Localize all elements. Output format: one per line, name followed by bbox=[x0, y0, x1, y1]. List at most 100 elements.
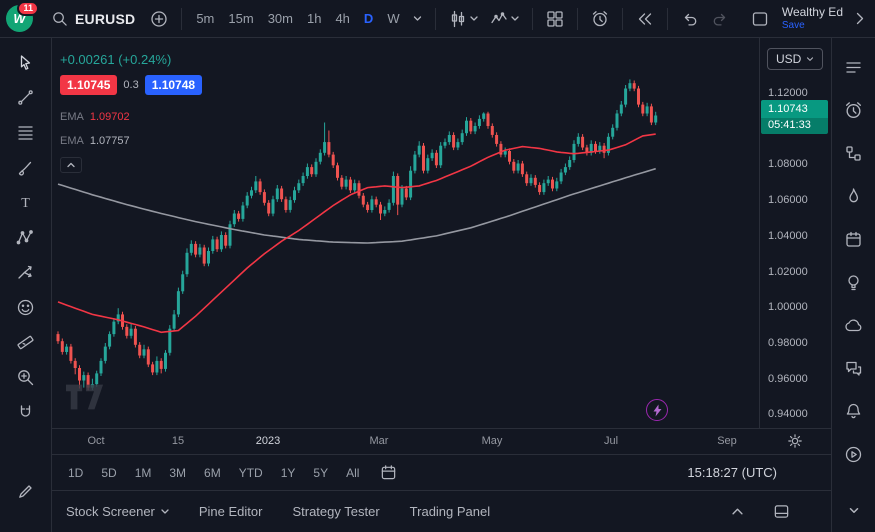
go-to-date-button[interactable] bbox=[375, 459, 402, 486]
indicators-icon bbox=[490, 10, 508, 28]
ideas-button[interactable] bbox=[837, 267, 871, 297]
session-clock[interactable]: 15:18:27 (UTC) bbox=[687, 465, 777, 480]
top-toolbar: W 11 EURUSD 5m 15m 30m 1h 4h D W bbox=[0, 0, 875, 38]
streams-button[interactable] bbox=[837, 440, 871, 470]
range-ytd[interactable]: YTD bbox=[237, 463, 265, 483]
interval-15m[interactable]: 15m bbox=[222, 7, 259, 30]
last-price-badge: 1.10743 05:41:33 bbox=[761, 100, 828, 134]
grid-layout-icon bbox=[546, 10, 564, 28]
expand-panel-button[interactable] bbox=[851, 7, 869, 30]
symbol-search-button[interactable]: EURUSD bbox=[43, 6, 143, 31]
watchlist-button[interactable] bbox=[837, 52, 871, 82]
chart-plot[interactable]: +0.00261 (+0.24%) 1.10745 0.3 1.10748 EM… bbox=[52, 38, 759, 428]
ema-slow-row[interactable]: EMA 1.07757 bbox=[60, 129, 202, 153]
interval-menu-button[interactable] bbox=[408, 11, 427, 27]
account-logo[interactable]: W 11 bbox=[6, 5, 33, 32]
notifications-button[interactable] bbox=[837, 397, 871, 427]
indicators-button[interactable] bbox=[485, 5, 524, 33]
time-axis[interactable]: Oct152023MarMayJulSep bbox=[52, 428, 831, 454]
bar-countdown: 05:41:33 bbox=[761, 118, 828, 134]
restore-panel-button[interactable] bbox=[768, 498, 795, 525]
fib-retracement-tool[interactable] bbox=[7, 116, 45, 149]
tab-trading-panel[interactable]: Trading Panel bbox=[410, 504, 490, 519]
legend-collapse-button[interactable] bbox=[60, 157, 82, 173]
forecast-icon bbox=[16, 263, 35, 282]
range-6m[interactable]: 6M bbox=[202, 463, 223, 483]
collapse-rail-button[interactable] bbox=[837, 496, 871, 526]
alerts-button[interactable] bbox=[837, 95, 871, 125]
tab-pine-editor[interactable]: Pine Editor bbox=[199, 504, 263, 519]
range-1d[interactable]: 1D bbox=[66, 463, 85, 483]
time-axis-label: Jul bbox=[604, 435, 618, 447]
measure-tool[interactable] bbox=[7, 326, 45, 359]
undo-arrow-icon bbox=[681, 10, 699, 28]
tab-strategy-tester[interactable]: Strategy Tester bbox=[292, 504, 379, 519]
hotlists-button[interactable] bbox=[837, 181, 871, 211]
edit-mode-tool[interactable] bbox=[7, 473, 45, 506]
chats-button[interactable] bbox=[837, 311, 871, 341]
brush-tool[interactable] bbox=[7, 151, 45, 184]
range-3m[interactable]: 3M bbox=[167, 463, 188, 483]
range-1y[interactable]: 1Y bbox=[279, 463, 298, 483]
zoom-in-tool[interactable] bbox=[7, 361, 45, 394]
interval-1h[interactable]: 1h bbox=[301, 7, 327, 30]
range-1m[interactable]: 1M bbox=[133, 463, 154, 483]
interval-1d-active[interactable]: D bbox=[358, 7, 379, 30]
toolbar-separator bbox=[435, 8, 436, 30]
ema-slow-value: 1.07757 bbox=[90, 135, 130, 147]
compare-add-symbol-button[interactable] bbox=[145, 5, 173, 33]
time-axis-label: Oct bbox=[87, 435, 104, 447]
interval-5m[interactable]: 5m bbox=[190, 7, 220, 30]
save-layout-button[interactable] bbox=[746, 5, 774, 33]
save-link[interactable]: Save bbox=[782, 20, 843, 32]
ema-fast-label: EMA bbox=[60, 111, 84, 123]
chevron-right-icon bbox=[856, 12, 864, 25]
conversations-button[interactable] bbox=[837, 354, 871, 384]
chevron-down-icon bbox=[161, 509, 169, 515]
toolbar-separator bbox=[667, 8, 668, 30]
gear-icon bbox=[787, 433, 803, 449]
bar-replay-button[interactable] bbox=[631, 5, 659, 33]
economic-calendar-button[interactable] bbox=[837, 224, 871, 254]
range-all[interactable]: All bbox=[344, 463, 361, 483]
time-axis-label: May bbox=[482, 435, 503, 447]
layout-name-block[interactable]: Wealthy Ed Save bbox=[782, 6, 843, 31]
interval-4h[interactable]: 4h bbox=[329, 7, 355, 30]
chart-legend: +0.00261 (+0.24%) 1.10745 0.3 1.10748 EM… bbox=[60, 52, 202, 173]
open-panel-button[interactable] bbox=[727, 503, 748, 520]
undo-button[interactable] bbox=[676, 5, 704, 33]
emoji-tool[interactable] bbox=[7, 291, 45, 324]
price-axis-label: 1.00000 bbox=[768, 301, 808, 313]
ema-fast-row[interactable]: EMA 1.09702 bbox=[60, 105, 202, 129]
multichart-layout-button[interactable] bbox=[541, 5, 569, 33]
chart-settings-button[interactable] bbox=[787, 433, 803, 454]
xabcd-pattern-tool[interactable] bbox=[7, 221, 45, 254]
object-tree-button[interactable] bbox=[837, 138, 871, 168]
quick-action-button[interactable] bbox=[646, 399, 668, 421]
redo-button[interactable] bbox=[706, 5, 734, 33]
chevron-down-icon bbox=[413, 16, 422, 22]
layout-name-text: Wealthy Ed bbox=[782, 6, 843, 20]
interval-30m[interactable]: 30m bbox=[262, 7, 299, 30]
date-range-bar: 1D 5D 1M 3M 6M YTD 1Y 5Y All 15:18:27 (U… bbox=[52, 454, 831, 490]
chart-style-button[interactable] bbox=[444, 5, 483, 33]
range-5y[interactable]: 5Y bbox=[311, 463, 330, 483]
cursor-tool[interactable] bbox=[7, 46, 45, 79]
toolbar-separator bbox=[532, 8, 533, 30]
interval-1w[interactable]: W bbox=[381, 7, 405, 30]
create-alert-button[interactable] bbox=[586, 5, 614, 33]
trend-line-tool[interactable] bbox=[7, 81, 45, 114]
sell-bid-button[interactable]: 1.10745 bbox=[60, 75, 117, 95]
price-change-text: +0.00261 (+0.24%) bbox=[60, 52, 202, 67]
forecast-tool[interactable] bbox=[7, 256, 45, 289]
ema-slow-label: EMA bbox=[60, 135, 84, 147]
price-axis-label: 1.04000 bbox=[768, 230, 808, 242]
play-circle-icon bbox=[844, 445, 863, 464]
range-5d[interactable]: 5D bbox=[99, 463, 118, 483]
currency-dropdown[interactable]: USD bbox=[767, 48, 823, 70]
price-axis[interactable]: USD 1.10743 05:41:33 1.120001.100001.080… bbox=[759, 38, 831, 428]
buy-ask-button[interactable]: 1.10748 bbox=[145, 75, 202, 95]
tab-stock-screener[interactable]: Stock Screener bbox=[66, 504, 169, 519]
magnet-tool[interactable] bbox=[7, 396, 45, 429]
text-tool[interactable]: T bbox=[7, 186, 45, 219]
